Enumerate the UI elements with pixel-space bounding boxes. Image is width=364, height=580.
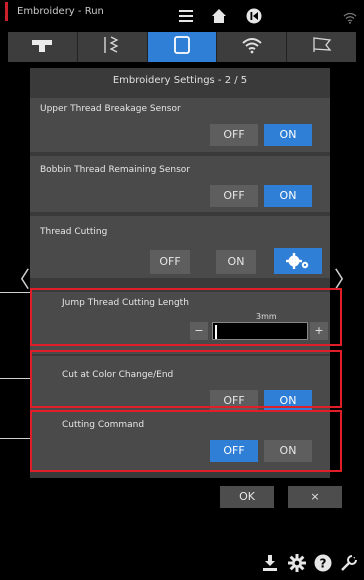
bobbin-thread-section: Bobbin Thread Remaining Sensor OFF ON (30, 156, 330, 212)
thread-cutting-on-button[interactable]: ON (216, 250, 256, 274)
upper-thread-on-button[interactable]: ON (264, 124, 312, 146)
thread-cutting-label: Thread Cutting (40, 227, 108, 237)
highlight-color-change (30, 350, 342, 408)
upper-thread-section: Upper Thread Breakage Sensor OFF ON (30, 98, 330, 152)
leader-line-color-change (0, 378, 30, 379)
wrench-icon[interactable] (340, 554, 358, 576)
tab-wireless[interactable] (217, 32, 288, 62)
thread-cutting-off-button[interactable]: OFF (150, 250, 190, 274)
upper-thread-off-button[interactable]: OFF (210, 124, 258, 146)
help-icon[interactable]: ? (314, 554, 332, 576)
home-icon[interactable] (211, 8, 227, 28)
tab-quilt[interactable] (287, 32, 356, 62)
flag-icon (311, 36, 333, 58)
embroidery-hoop-icon (173, 35, 191, 59)
bobbin-thread-off-button[interactable]: OFF (210, 185, 258, 207)
tab-embroidery[interactable] (147, 32, 218, 62)
leader-line-cutting-command (0, 438, 30, 439)
cancel-button[interactable]: × (288, 486, 342, 508)
ok-button[interactable]: OK (220, 486, 274, 508)
panel-title: Embroidery Settings - 2 / 5 (112, 75, 248, 86)
top-bar: Embroidery - Run (0, 0, 364, 32)
thread-cutting-settings-button[interactable] (274, 248, 322, 274)
settings-icon[interactable] (288, 554, 306, 576)
svg-text:?: ? (320, 557, 327, 571)
leader-line-jump-thread (0, 292, 30, 293)
menu-icon[interactable] (178, 8, 194, 28)
app-title: Embroidery - Run (5, 2, 104, 21)
wifi-status-icon (343, 9, 357, 28)
back-icon[interactable] (246, 8, 262, 28)
import-icon[interactable] (262, 554, 278, 576)
upper-thread-label: Upper Thread Breakage Sensor (40, 104, 181, 114)
thread-cutting-section: Thread Cutting OFF ON (30, 216, 330, 278)
tab-sewing-machine[interactable] (8, 32, 78, 62)
previous-page-chevron[interactable]: 〈 (8, 262, 30, 294)
sewing-machine-icon (31, 38, 53, 57)
highlight-cutting-command (30, 410, 342, 472)
bobbin-thread-label: Bobbin Thread Remaining Sensor (40, 165, 191, 175)
highlight-jump-thread (30, 288, 342, 346)
gears-icon (285, 253, 311, 273)
tab-stitch[interactable] (77, 32, 148, 62)
tab-bar (8, 32, 356, 62)
bobbin-thread-on-button[interactable]: ON (264, 185, 312, 207)
stitch-icon (103, 35, 121, 59)
wifi-icon (241, 36, 263, 58)
